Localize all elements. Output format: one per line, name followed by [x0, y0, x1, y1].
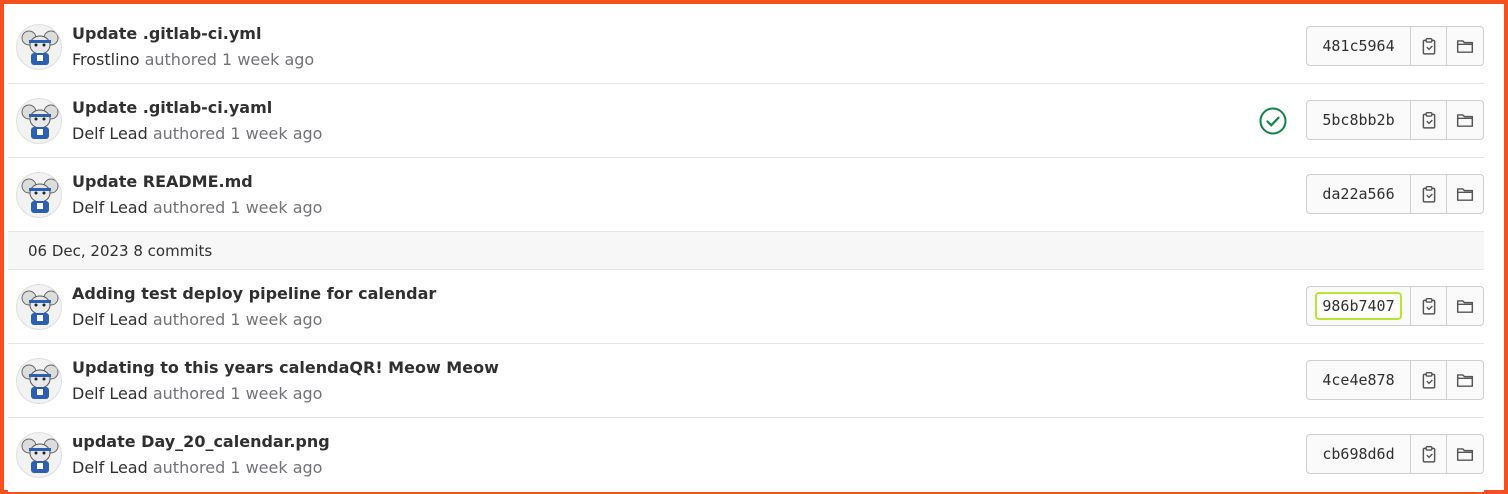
authored-label: authored [152, 458, 226, 477]
avatar-mouse-icon [21, 438, 59, 473]
browse-files-button[interactable] [1447, 435, 1483, 473]
day-group-count: 8 commits [133, 241, 213, 260]
clipboard-icon [1422, 38, 1435, 55]
commit-author[interactable]: Frostlino [72, 50, 139, 69]
authored-label: authored [152, 198, 226, 217]
commit-sha-button[interactable]: 481c5964 [1307, 27, 1411, 65]
commit-title[interactable]: update Day_20_calendar.png [72, 432, 330, 451]
copy-sha-button[interactable] [1411, 101, 1447, 139]
avatar-mouse-icon [21, 178, 59, 213]
commit-meta: Delf Lead authored 1 week ago [72, 458, 322, 477]
pipeline-status-button[interactable] [1258, 106, 1288, 136]
commit-meta: Delf Lead authored 1 week ago [72, 310, 322, 329]
day-group-header: 06 Dec, 2023 8 commits [8, 232, 1484, 270]
commit-row: Update README.md Delf Lead authored 1 we… [8, 158, 1484, 232]
avatar[interactable] [16, 172, 62, 218]
commit-title[interactable]: Update .gitlab-ci.yml [72, 24, 261, 43]
copy-sha-button[interactable] [1411, 175, 1447, 213]
day-group-date: 06 Dec, 2023 [28, 241, 129, 260]
commit-sha: da22a566 [1322, 185, 1395, 203]
commit-title[interactable]: Update .gitlab-ci.yaml [72, 98, 272, 117]
commit-list-frame: Update .gitlab-ci.yml Frostlino authored… [0, 0, 1508, 494]
commit-row: Update .gitlab-ci.yaml Delf Lead authore… [8, 84, 1484, 158]
commit-sha: cb698d6d [1322, 445, 1395, 463]
commit-actions: 5bc8bb2b [1306, 100, 1484, 140]
browse-files-button[interactable] [1447, 175, 1483, 213]
commit-sha: 481c5964 [1322, 37, 1395, 55]
commit-row: Update .gitlab-ci.yml Frostlino authored… [8, 10, 1484, 84]
folder-icon [1456, 188, 1474, 201]
commit-title[interactable]: Update README.md [72, 172, 253, 191]
commit-sha-button[interactable]: da22a566 [1307, 175, 1411, 213]
commit-row: Updating to this years calendaQR! Meow M… [8, 344, 1484, 418]
authored-label: authored [144, 50, 217, 69]
copy-sha-button[interactable] [1411, 287, 1447, 325]
commit-author[interactable]: Delf Lead [72, 384, 148, 403]
commit-meta: Delf Lead authored 1 week ago [72, 124, 322, 143]
commit-actions: 986b7407 [1306, 286, 1484, 326]
folder-icon [1456, 114, 1474, 127]
folder-icon [1456, 300, 1474, 313]
commit-meta: Frostlino authored 1 week ago [72, 50, 314, 69]
avatar[interactable] [16, 284, 62, 330]
commit-row: update Day_20_calendar.png Delf Lead aut… [8, 418, 1484, 492]
commit-sha-button[interactable]: 5bc8bb2b [1307, 101, 1411, 139]
commit-meta: Delf Lead authored 1 week ago [72, 198, 322, 217]
browse-files-button[interactable] [1447, 287, 1483, 325]
copy-sha-button[interactable] [1411, 361, 1447, 399]
commit-author[interactable]: Delf Lead [72, 124, 148, 143]
commit-time: 1 week ago [230, 198, 323, 217]
commit-time: 1 week ago [222, 50, 315, 69]
folder-icon [1456, 374, 1474, 387]
commit-sha-button[interactable]: 4ce4e878 [1307, 361, 1411, 399]
avatar[interactable] [16, 358, 62, 404]
browse-files-button[interactable] [1447, 101, 1483, 139]
avatar-mouse-icon [21, 30, 59, 65]
commit-meta: Delf Lead authored 1 week ago [72, 384, 322, 403]
clipboard-icon [1422, 446, 1435, 463]
commit-actions: da22a566 [1306, 174, 1484, 214]
copy-sha-button[interactable] [1411, 27, 1447, 65]
avatar[interactable] [16, 24, 62, 70]
authored-label: authored [152, 310, 226, 329]
avatar[interactable] [16, 432, 62, 478]
copy-sha-button[interactable] [1411, 435, 1447, 473]
clipboard-icon [1422, 372, 1435, 389]
commit-title[interactable]: Updating to this years calendaQR! Meow M… [72, 358, 499, 377]
commit-time: 1 week ago [230, 458, 323, 477]
authored-label: authored [152, 384, 226, 403]
commit-author[interactable]: Delf Lead [72, 458, 148, 477]
avatar[interactable] [16, 98, 62, 144]
commit-time: 1 week ago [230, 124, 323, 143]
commit-actions: cb698d6d [1306, 434, 1484, 474]
avatar-mouse-icon [21, 290, 59, 325]
commit-author[interactable]: Delf Lead [72, 198, 148, 217]
authored-label: authored [152, 124, 226, 143]
clipboard-icon [1422, 298, 1435, 315]
commit-time: 1 week ago [230, 310, 323, 329]
browse-files-button[interactable] [1447, 361, 1483, 399]
commit-actions: 4ce4e878 [1306, 360, 1484, 400]
commit-sha: 4ce4e878 [1322, 371, 1395, 389]
check-circle-icon [1259, 107, 1287, 135]
folder-icon [1456, 40, 1474, 53]
avatar-mouse-icon [21, 104, 59, 139]
browse-files-button[interactable] [1447, 27, 1483, 65]
commit-actions: 481c5964 [1306, 26, 1484, 66]
commit-sha-button[interactable]: cb698d6d [1307, 435, 1411, 473]
commit-title[interactable]: Adding test deploy pipeline for calendar [72, 284, 436, 303]
commit-sha-button[interactable]: 986b7407 [1307, 287, 1411, 325]
avatar-mouse-icon [21, 364, 59, 399]
clipboard-icon [1422, 186, 1435, 203]
clipboard-icon [1422, 112, 1435, 129]
commit-author[interactable]: Delf Lead [72, 310, 148, 329]
folder-icon [1456, 448, 1474, 461]
commit-time: 1 week ago [230, 384, 323, 403]
commit-sha: 5bc8bb2b [1322, 111, 1395, 129]
commit-sha: 986b7407 [1315, 292, 1402, 320]
commit-row: Adding test deploy pipeline for calendar… [8, 270, 1484, 344]
